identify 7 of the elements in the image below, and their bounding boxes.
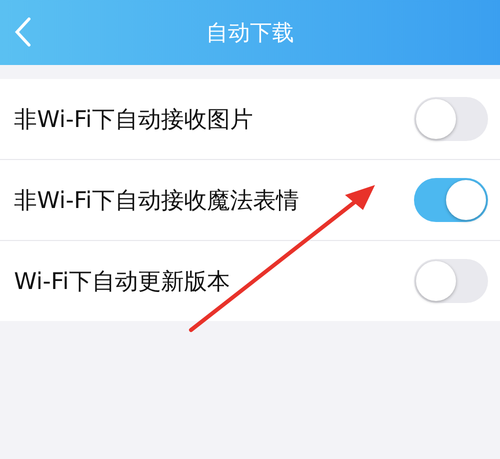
toggle-switch[interactable] [414,178,488,222]
toggle-switch[interactable] [414,97,488,141]
setting-label: 非Wi-Fi下自动接收图片 [14,106,253,134]
header-title: 自动下载 [206,20,294,48]
toggle-switch[interactable] [414,259,488,303]
setting-label: 非Wi-Fi下自动接收魔法表情 [14,186,299,216]
setting-label: Wi-Fi下自动更新版本 [14,268,230,296]
